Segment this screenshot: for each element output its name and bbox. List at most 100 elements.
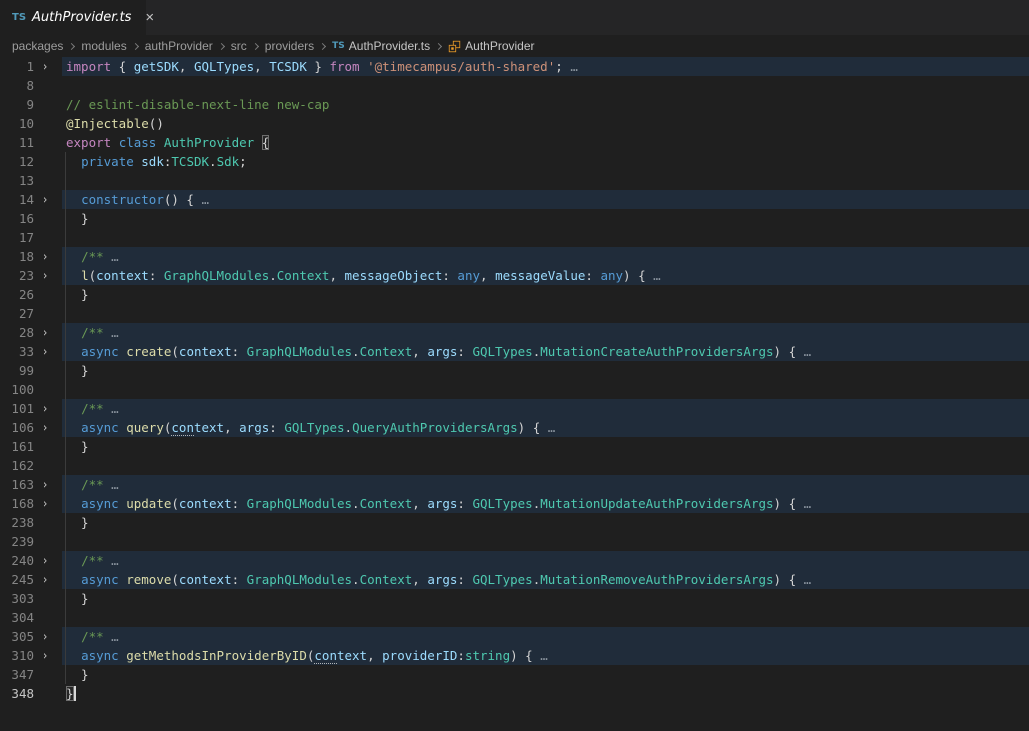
code-line-27[interactable]: 27	[0, 304, 1029, 323]
code-line-305[interactable]: 305› /** …	[0, 627, 1029, 646]
code-token: /**	[81, 629, 104, 644]
line-number: 23	[0, 268, 34, 283]
code-line-240[interactable]: 240› /** …	[0, 551, 1029, 570]
editor-gutter: 11	[0, 133, 62, 152]
code-line-28[interactable]: 28› /** …	[0, 323, 1029, 342]
line-number: 16	[0, 211, 34, 226]
line-number: 163	[0, 477, 34, 492]
fold-chevron-icon[interactable]: ›	[34, 192, 56, 207]
code-token: from	[329, 59, 359, 74]
code-line-168[interactable]: 168› async update(context: GraphQLModule…	[0, 494, 1029, 513]
code-line-99[interactable]: 99 }	[0, 361, 1029, 380]
line-number: 245	[0, 572, 34, 587]
breadcrumb-item-packages[interactable]: packages	[12, 39, 63, 53]
line-number: 106	[0, 420, 34, 435]
code-line-348[interactable]: 348}	[0, 684, 1029, 703]
fold-chevron-icon[interactable]: ›	[34, 59, 56, 74]
breadcrumb-label: AuthProvider	[465, 39, 534, 53]
code-line-33[interactable]: 33› async create(context: GraphQLModules…	[0, 342, 1029, 361]
code-token: Context	[360, 496, 413, 511]
code-token: .	[352, 344, 360, 359]
fold-chevron-icon[interactable]: ›	[34, 249, 56, 264]
code-token: GQLTypes	[284, 420, 344, 435]
code-token	[66, 401, 81, 416]
code-token: ) {	[623, 268, 653, 283]
fold-chevron-icon[interactable]: ›	[34, 629, 56, 644]
code-token: TCSDK	[269, 59, 307, 74]
tab-authprovider[interactable]: TS AuthProvider.ts ×	[0, 0, 147, 35]
code-token: query	[126, 420, 164, 435]
code-line-26[interactable]: 26 }	[0, 285, 1029, 304]
code-token: :	[232, 496, 247, 511]
fold-chevron-icon[interactable]: ›	[34, 477, 56, 492]
code-line-161[interactable]: 161 }	[0, 437, 1029, 456]
breadcrumb-item-authprovider-ts[interactable]: TSAuthProvider.ts	[332, 39, 430, 53]
code-line-303[interactable]: 303 }	[0, 589, 1029, 608]
code-token: {	[111, 59, 134, 74]
code-token: …	[540, 648, 548, 663]
code-editor[interactable]: 1›import { getSDK, GQLTypes, TCSDK } fro…	[0, 57, 1029, 703]
code-line-11[interactable]: 11export class AuthProvider {	[0, 133, 1029, 152]
code-token: …	[111, 629, 119, 644]
code-line-16[interactable]: 16 }	[0, 209, 1029, 228]
code-line-13[interactable]: 13	[0, 171, 1029, 190]
code-line-245[interactable]: 245› async remove(context: GraphQLModule…	[0, 570, 1029, 589]
breadcrumb-label: authProvider	[145, 39, 213, 53]
line-number: 28	[0, 325, 34, 340]
code-token: context	[179, 572, 232, 587]
code-line-8[interactable]: 8	[0, 76, 1029, 95]
fold-chevron-icon[interactable]: ›	[34, 401, 56, 416]
fold-chevron-icon[interactable]: ›	[34, 553, 56, 568]
code-content: }	[62, 437, 1029, 456]
code-token	[156, 135, 164, 150]
breadcrumb-item-authprovider[interactable]: authProvider	[145, 39, 213, 53]
code-line-14[interactable]: 14› constructor() { …	[0, 190, 1029, 209]
code-token: create	[126, 344, 171, 359]
code-line-12[interactable]: 12 private sdk:TCSDK.Sdk;	[0, 152, 1029, 171]
breadcrumb-item-modules[interactable]: modules	[81, 39, 126, 53]
code-token: MutationCreateAuthProvidersArgs	[540, 344, 773, 359]
line-number: 9	[0, 97, 34, 112]
code-content: export class AuthProvider {	[62, 133, 1029, 152]
line-number: 240	[0, 553, 34, 568]
line-number: 162	[0, 458, 34, 473]
code-line-1[interactable]: 1›import { getSDK, GQLTypes, TCSDK } fro…	[0, 57, 1029, 76]
code-line-238[interactable]: 238 }	[0, 513, 1029, 532]
fold-chevron-icon[interactable]: ›	[34, 420, 56, 435]
code-line-239[interactable]: 239	[0, 532, 1029, 551]
editor-gutter: 310›	[0, 646, 62, 665]
code-token: }	[66, 287, 89, 302]
code-token: ,	[254, 59, 269, 74]
breadcrumb-label: AuthProvider.ts	[349, 39, 430, 53]
code-line-162[interactable]: 162	[0, 456, 1029, 475]
code-line-310[interactable]: 310› async getMethodsInProviderByID(cont…	[0, 646, 1029, 665]
code-line-10[interactable]: 10@Injectable()	[0, 114, 1029, 133]
code-line-17[interactable]: 17	[0, 228, 1029, 247]
code-line-23[interactable]: 23› l(context: GraphQLModules.Context, m…	[0, 266, 1029, 285]
code-content: @Injectable()	[62, 114, 1029, 133]
code-line-106[interactable]: 106› async query(context, args: GQLTypes…	[0, 418, 1029, 437]
fold-chevron-icon[interactable]: ›	[34, 648, 56, 663]
code-line-101[interactable]: 101› /** …	[0, 399, 1029, 418]
code-token: ) {	[774, 344, 804, 359]
close-icon[interactable]: ×	[145, 10, 154, 25]
code-line-9[interactable]: 9// eslint-disable-next-line new-cap	[0, 95, 1029, 114]
code-line-163[interactable]: 163› /** …	[0, 475, 1029, 494]
code-token: context	[96, 268, 149, 283]
fold-chevron-icon[interactable]: ›	[34, 325, 56, 340]
fold-chevron-icon[interactable]: ›	[34, 572, 56, 587]
breadcrumb-item-providers[interactable]: providers	[265, 39, 314, 53]
fold-chevron-icon[interactable]: ›	[34, 496, 56, 511]
fold-chevron-icon[interactable]: ›	[34, 268, 56, 283]
code-line-100[interactable]: 100	[0, 380, 1029, 399]
code-token	[66, 572, 81, 587]
line-number: 1	[0, 59, 34, 74]
breadcrumb-item-authprovider[interactable]: AuthProvider	[448, 39, 534, 53]
breadcrumb-item-src[interactable]: src	[231, 39, 247, 53]
code-line-18[interactable]: 18› /** …	[0, 247, 1029, 266]
fold-chevron-icon[interactable]: ›	[34, 344, 56, 359]
code-token: }	[66, 591, 89, 606]
code-line-304[interactable]: 304	[0, 608, 1029, 627]
code-token: ) {	[774, 572, 804, 587]
code-line-347[interactable]: 347 }	[0, 665, 1029, 684]
